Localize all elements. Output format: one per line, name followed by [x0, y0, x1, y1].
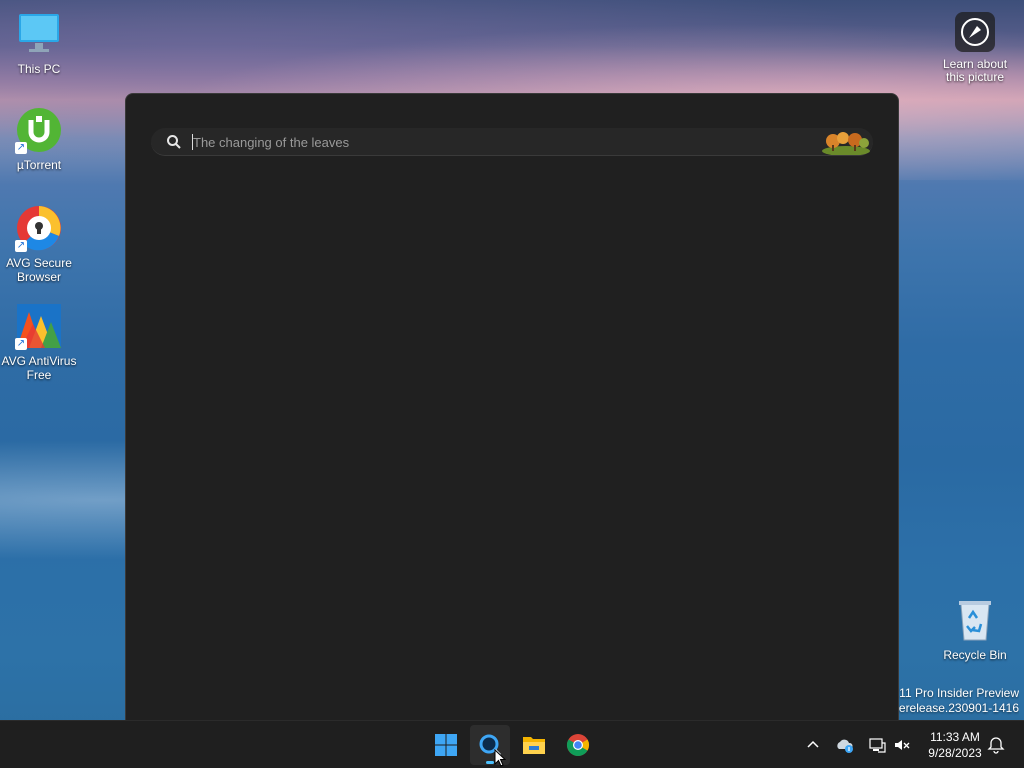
desktop-icon-avg-antivirus[interactable]: ↗ AVG AntiVirus Free [0, 302, 78, 382]
network-icon[interactable] [867, 735, 887, 755]
monitor-icon [15, 10, 63, 58]
shortcut-arrow-icon: ↗ [15, 338, 27, 350]
learn-about-picture[interactable]: Learn about this picture [938, 12, 1012, 84]
notification-bell-icon[interactable] [986, 735, 1006, 755]
speaker-muted-icon[interactable] [892, 735, 912, 755]
clock-date: 9/28/2023 [928, 746, 982, 760]
search-panel [125, 93, 899, 721]
taskbar: 11:33 AM 9/28/2023 [0, 720, 1024, 768]
chevron-up-icon[interactable] [803, 735, 823, 755]
desktop-icon-label: This PC [17, 62, 61, 76]
onedrive-icon[interactable] [835, 735, 855, 755]
start-button[interactable] [426, 725, 466, 765]
shortcut-arrow-icon: ↗ [15, 142, 27, 154]
search-input[interactable] [193, 128, 793, 156]
search-magnifier-icon [167, 135, 181, 149]
recycle-bin-icon [951, 596, 999, 644]
active-indicator [486, 761, 494, 764]
file-explorer-icon [523, 737, 545, 754]
learn-about-label: Learn about this picture [942, 57, 1008, 84]
desktop-icon-utorrent[interactable]: ↗ µTorrent [0, 106, 78, 172]
chrome-button[interactable] [558, 725, 598, 765]
camera-compass-icon [955, 12, 995, 52]
start-icon [435, 734, 457, 756]
file-explorer-button[interactable] [514, 725, 554, 765]
mouse-cursor-icon [494, 749, 506, 767]
shortcut-arrow-icon: ↗ [15, 240, 27, 252]
desktop-icon-label: AVG Secure Browser [6, 256, 72, 284]
avg-antivirus-icon: ↗ [15, 302, 63, 350]
clock[interactable]: 11:33 AM 9/28/2023 [918, 729, 992, 761]
desktop-icon-recycle-bin[interactable]: Recycle Bin [936, 596, 1014, 662]
desktop-icon-this-pc[interactable]: This PC [0, 10, 78, 76]
desktop-icon-label: Recycle Bin [943, 648, 1007, 662]
desktop-icon-avg-secure-browser[interactable]: ↗ AVG Secure Browser [0, 204, 78, 284]
avg-browser-icon: ↗ [15, 204, 63, 252]
desktop-icon-label: µTorrent [16, 158, 62, 172]
utorrent-icon: ↗ [15, 106, 63, 154]
chrome-icon [567, 734, 589, 756]
desktop-icon-label: AVG AntiVirus Free [1, 354, 77, 382]
clock-time: 11:33 AM [930, 730, 980, 744]
search-box[interactable] [151, 128, 873, 156]
search-highlight-trees-icon[interactable] [821, 129, 871, 155]
